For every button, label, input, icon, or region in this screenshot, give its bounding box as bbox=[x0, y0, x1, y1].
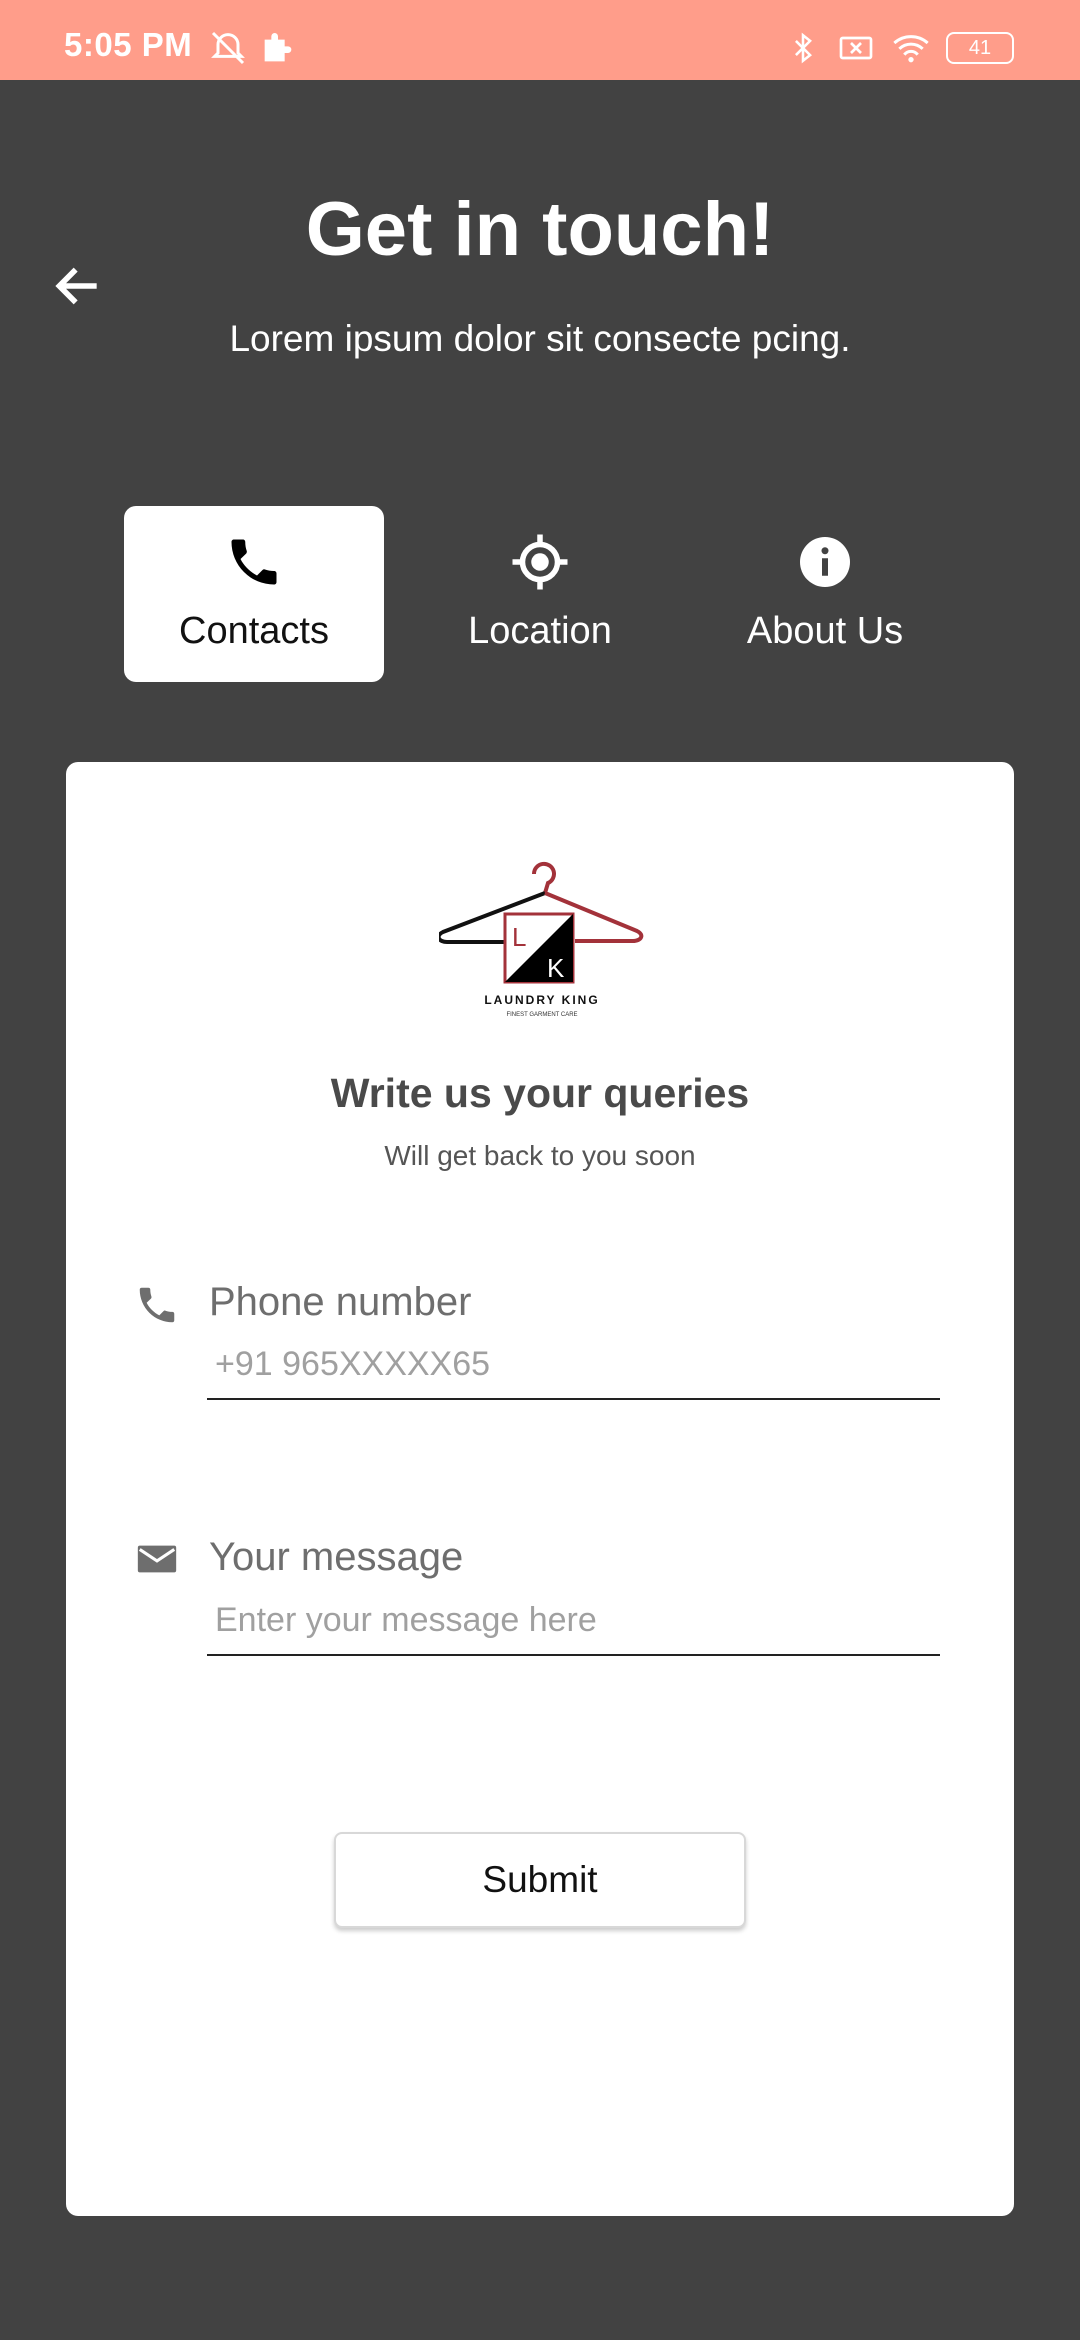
battery-icon: 41 bbox=[946, 32, 1014, 64]
tab-about-us[interactable]: About Us bbox=[695, 506, 955, 682]
puzzle-icon bbox=[264, 33, 292, 62]
laundry-king-logo: L K LAUNDRY KING FINEST GARMENT CARE bbox=[439, 861, 644, 1018]
submit-button[interactable]: Submit bbox=[334, 1832, 746, 1928]
phone-icon bbox=[231, 539, 277, 585]
page-title: Get in touch! bbox=[305, 187, 775, 272]
battery-level: 41 bbox=[968, 37, 992, 59]
crosshair-icon bbox=[512, 534, 568, 590]
message-label: Your message bbox=[209, 1535, 464, 1579]
logo-initial-l: L bbox=[512, 922, 526, 952]
tab-label: About Us bbox=[746, 610, 904, 652]
status-time: 5:05 PM bbox=[64, 26, 193, 63]
logo-tagline: FINEST GARMENT CARE bbox=[506, 1012, 577, 1018]
phone-input[interactable] bbox=[207, 1330, 940, 1400]
sim-off-icon bbox=[839, 36, 873, 60]
wifi-icon bbox=[893, 35, 929, 63]
tab-contacts[interactable]: Contacts bbox=[124, 506, 384, 682]
tab-label: Contacts bbox=[179, 610, 329, 652]
info-icon bbox=[800, 537, 850, 587]
phone-icon bbox=[139, 1287, 175, 1323]
mail-icon bbox=[137, 1545, 177, 1573]
mute-alarm-icon bbox=[211, 31, 245, 65]
status-bar: 5:05 PM 41 bbox=[0, 0, 1080, 80]
page-subtitle: Lorem ipsum dolor sit consecte pcing. bbox=[229, 318, 851, 359]
card-title: Write us your queries bbox=[330, 1070, 750, 1116]
logo-initial-k: K bbox=[547, 953, 565, 983]
card-subtitle: Will get back to you soon bbox=[384, 1140, 696, 1171]
bluetooth-icon bbox=[795, 32, 812, 64]
phone-label: Phone number bbox=[209, 1280, 472, 1324]
logo-name: LAUNDRY KING bbox=[484, 993, 599, 1007]
contact-card: L K LAUNDRY KING FINEST GARMENT CARE Wri… bbox=[66, 762, 1014, 2216]
tab-location[interactable]: Location bbox=[410, 506, 670, 682]
tab-label: Location bbox=[468, 610, 612, 652]
message-input[interactable] bbox=[207, 1586, 940, 1656]
